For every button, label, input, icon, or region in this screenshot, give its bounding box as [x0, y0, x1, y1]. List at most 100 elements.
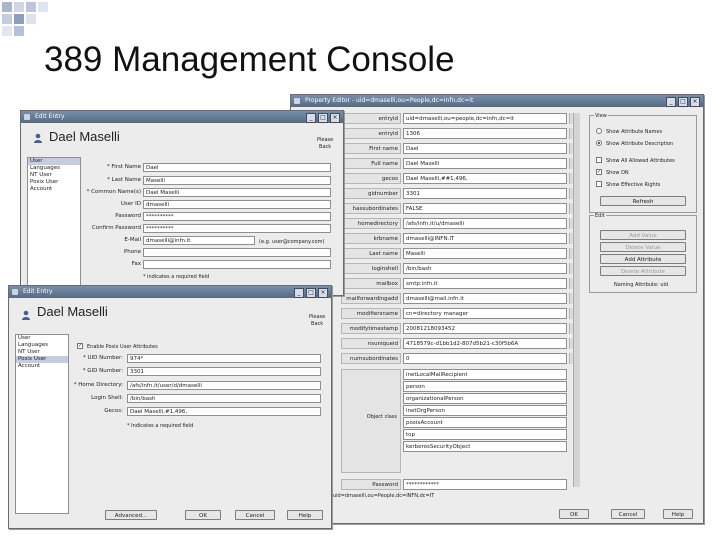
email-hint: (e.g. user@company.com) — [259, 239, 325, 245]
attribute-value[interactable]: uid=dmaselli,ou=people,dc=infn,dc=it — [403, 113, 567, 124]
nav-item-posix-user[interactable]: Posix User — [16, 356, 68, 363]
edit-entry-titlebar[interactable]: Edit Entry _ □ × — [21, 111, 343, 123]
login-shell-field[interactable]: /bin/bash — [127, 394, 321, 403]
show-dn-checkbox[interactable]: ✓ — [596, 169, 602, 175]
common-name-label: * Common Name(s) — [86, 189, 141, 195]
fax-field[interactable] — [143, 260, 331, 269]
refresh-button[interactable]: Refresh — [600, 196, 686, 206]
first-name-label: * First Name — [106, 164, 141, 170]
gid-number-field[interactable]: 3301 — [127, 367, 321, 376]
attribute-value[interactable]: /afs/infn.it/u/dmaselli — [403, 218, 567, 229]
edit-panel-title: Edit — [594, 213, 606, 219]
password-field[interactable]: ********** — [143, 212, 331, 221]
object-class-value[interactable]: organizationalPerson — [403, 393, 567, 404]
object-class-value[interactable]: kerberosSecurityObject — [403, 441, 567, 452]
user-id-field[interactable]: dmaselli — [143, 200, 331, 209]
show-rights-checkbox[interactable] — [596, 181, 602, 187]
maximize-icon[interactable]: □ — [306, 288, 316, 298]
minimize-icon[interactable]: _ — [306, 113, 316, 123]
cancel-button[interactable]: Cancel — [611, 509, 645, 519]
attribute-value[interactable]: 0 — [403, 353, 567, 364]
object-class-value[interactable]: posixAccount — [403, 417, 567, 428]
ok-button[interactable]: OK — [559, 509, 589, 519]
minimize-icon[interactable]: _ — [666, 97, 676, 107]
help-link[interactable]: Please Back — [309, 314, 325, 328]
entry-nav: User Languages NT User Posix User Accoun… — [15, 334, 69, 514]
attribute-value[interactable]: /bin/bash — [403, 263, 567, 274]
add-attribute-button[interactable]: Add Attribute — [600, 254, 686, 264]
nav-item-languages[interactable]: Languages — [16, 342, 68, 349]
attribute-value[interactable]: FALSE — [403, 203, 567, 214]
ok-button[interactable]: OK — [185, 510, 221, 520]
nav-item-languages[interactable]: Languages — [28, 165, 80, 172]
user-id-label: User ID — [120, 201, 141, 207]
attribute-value[interactable]: 20081218093452 — [403, 323, 567, 334]
attribute-value[interactable]: Dael Maselli,##1,496, — [403, 173, 567, 184]
maximize-icon[interactable]: □ — [678, 97, 688, 107]
email-field[interactable]: dmaselli@infn.it — [143, 236, 255, 245]
attribute-value[interactable]: ************ — [403, 479, 567, 490]
password-label: Password — [115, 213, 141, 219]
attribute-value[interactable]: dmaselli@INFN.IT — [403, 233, 567, 244]
attribute-value[interactable]: smtp:infn.it — [403, 278, 567, 289]
attribute-value[interactable]: Maselli — [403, 248, 567, 259]
nav-item-user[interactable]: User — [16, 335, 68, 342]
attribute-value[interactable]: cn=directory manager — [403, 308, 567, 319]
uid-number-field[interactable]: 974* — [127, 354, 321, 363]
attribute-name: nsuniqueid — [341, 338, 401, 349]
edit-entry-title: Edit Entry — [35, 113, 65, 120]
object-class-value[interactable]: inetOrgPerson — [403, 405, 567, 416]
show-allowed-checkbox[interactable] — [596, 157, 602, 163]
phone-field[interactable] — [143, 248, 331, 257]
confirm-password-field[interactable]: ********** — [143, 224, 331, 233]
help-button[interactable]: Help — [287, 510, 323, 520]
nav-item-nt-user[interactable]: NT User — [16, 349, 68, 356]
cancel-button[interactable]: Cancel — [235, 510, 275, 520]
required-note: * Indicates a required field — [127, 423, 194, 429]
delete-value-button[interactable]: Delete Value — [600, 242, 686, 252]
attribute-value[interactable]: 4718579c-d1bb1d2-807d5b21-c30f5b6A — [403, 338, 567, 349]
attribute-value[interactable]: 3301 — [403, 188, 567, 199]
common-name-field[interactable]: Dael Maselli — [143, 188, 331, 197]
attribute-value[interactable]: dmaselli@mail.infn.it — [403, 293, 567, 304]
attribute-value[interactable]: 1306 — [403, 128, 567, 139]
object-class-block: Object class inetLocalMailRecipient pers… — [341, 369, 581, 473]
gecos-field[interactable]: Dael Maselli,#1,496, — [127, 407, 321, 416]
help-link[interactable]: Please Back — [317, 137, 333, 151]
show-description-label: Show Attribute Description — [606, 141, 674, 147]
nav-item-user[interactable]: User — [28, 158, 80, 165]
nav-item-posix-user[interactable]: Posix User — [28, 179, 80, 186]
show-description-radio[interactable] — [596, 140, 602, 146]
object-class-value[interactable]: inetLocalMailRecipient — [403, 369, 567, 380]
maximize-icon[interactable]: □ — [318, 113, 328, 123]
attribute-name: mailforwardingadd — [341, 293, 401, 304]
enable-posix-checkbox[interactable]: ✓ — [77, 343, 83, 349]
last-name-field[interactable]: Maselli — [143, 176, 331, 185]
attribute-name: entryid — [341, 113, 401, 124]
object-class-value[interactable]: person — [403, 381, 567, 392]
attribute-value[interactable]: Dael Maselli — [403, 158, 567, 169]
delete-attribute-button[interactable]: Delete Attribute — [600, 266, 686, 276]
close-icon[interactable]: × — [330, 113, 340, 123]
nav-item-nt-user[interactable]: NT User — [28, 172, 80, 179]
first-name-field[interactable]: Dael — [143, 163, 331, 172]
close-icon[interactable]: × — [690, 97, 700, 107]
posix-entry-window: Edit Entry _ □ × Dael Maselli Please Bac… — [8, 285, 332, 529]
decorative-squares — [2, 2, 48, 36]
close-icon[interactable]: × — [318, 288, 328, 298]
help-button[interactable]: Help — [663, 509, 693, 519]
attribute-value[interactable]: Dael — [403, 143, 567, 154]
nav-item-account[interactable]: Account — [16, 363, 68, 370]
show-names-radio[interactable] — [596, 128, 602, 134]
minimize-icon[interactable]: _ — [294, 288, 304, 298]
posix-entry-titlebar[interactable]: Edit Entry _ □ × — [9, 286, 331, 298]
home-directory-field[interactable]: /afs/infn.it/user/d/dmaselli — [127, 381, 321, 390]
table-scrollbar[interactable] — [573, 113, 580, 487]
advanced-button[interactable]: Advanced... — [105, 510, 157, 520]
nav-item-account[interactable]: Account — [28, 186, 80, 193]
user-icon — [22, 310, 30, 320]
add-value-button[interactable]: Add Value — [600, 230, 686, 240]
property-editor-titlebar[interactable]: Property Editor - uid=dmaselli,ou=People… — [291, 95, 703, 107]
email-label: E-Mail — [124, 237, 141, 243]
object-class-value[interactable]: top — [403, 429, 567, 440]
